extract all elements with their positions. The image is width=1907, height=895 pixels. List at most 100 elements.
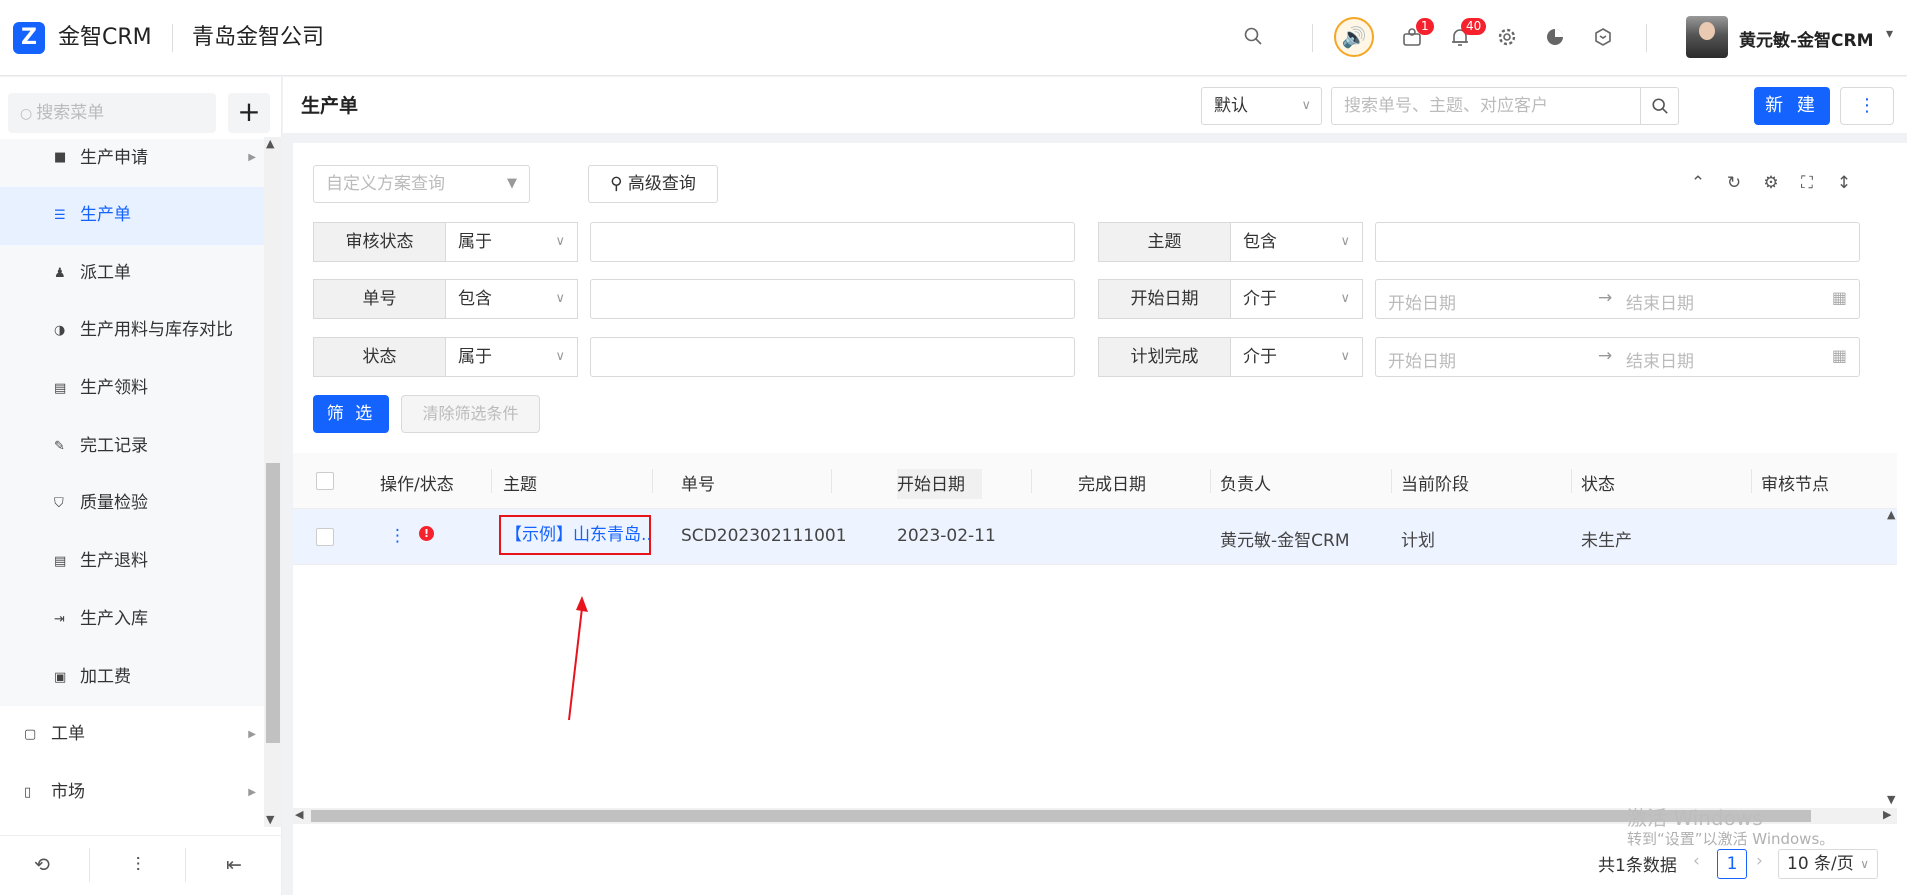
scroll-down-icon[interactable]: ▼ (1887, 793, 1895, 806)
cell-owner: 黄元敏-金智CRM (1220, 531, 1350, 551)
page-title: 生产单 (301, 95, 359, 117)
custom-query-select[interactable]: 自定义方案查询 ▼ (313, 165, 530, 203)
column-header[interactable]: 操作/状态 (380, 470, 454, 495)
row-actions-icon[interactable]: ⋮ (389, 526, 406, 546)
filter-value-input[interactable] (1375, 222, 1860, 262)
filter-value-input[interactable] (590, 279, 1075, 319)
filter-operator-select[interactable]: 包含 ∨ (1231, 222, 1363, 262)
chevron-down-icon: ∨ (1301, 98, 1311, 113)
filter-button[interactable]: 筛 选 (313, 395, 389, 433)
select-all-checkbox[interactable] (316, 472, 334, 490)
row-checkbox[interactable] (316, 528, 334, 546)
refresh-icon[interactable]: ↻ (1723, 173, 1745, 193)
cube-icon[interactable] (1590, 26, 1616, 52)
sidebar-item-material-pick[interactable]: ▤ 生产领料 (0, 360, 264, 418)
menu-search-input[interactable]: ○ 搜索菜单 (8, 93, 216, 133)
column-header[interactable]: 当前阶段 (1401, 470, 1469, 495)
filter-label: 开始日期 (1098, 279, 1231, 319)
filter-row-status: 状态 属于 ∨ (313, 337, 1075, 377)
column-header[interactable]: 主题 (503, 470, 537, 495)
sidebar-item-workorder[interactable]: ▢ 工单 ▶ (0, 706, 264, 764)
chevron-down-icon: ∨ (1340, 349, 1350, 364)
brand-name[interactable]: 金智CRM (58, 22, 152, 54)
scroll-right-icon[interactable]: ▶ (1883, 808, 1891, 821)
column-header[interactable]: 完成日期 (1078, 470, 1146, 495)
sidebar-item-production-request[interactable]: ■ 生产申请 ▶ (0, 139, 264, 187)
filter-value-input[interactable] (590, 337, 1075, 377)
page-size-select[interactable]: 10 条/页 ∨ (1778, 849, 1878, 879)
scroll-up-icon[interactable]: ▲ (1887, 508, 1895, 521)
chevron-right-icon: ▶ (248, 152, 256, 163)
sidebar-item-warehouse-in[interactable]: ⇥ 生产入库 (0, 590, 264, 649)
column-header[interactable]: 负责人 (1220, 470, 1271, 495)
sidebar-item-material-compare[interactable]: ◑ 生产用料与库存对比 (0, 302, 264, 361)
sidebar-scrollbar-thumb[interactable] (266, 463, 280, 743)
advanced-query-button[interactable]: ⚲ 高级查询 (588, 165, 718, 203)
filter-value-input[interactable] (590, 222, 1075, 262)
column-header[interactable]: 状态 (1581, 470, 1615, 495)
calendar-icon: ▦ (1831, 346, 1847, 365)
add-menu-button[interactable]: + (228, 93, 270, 133)
filter-row-start-date: 开始日期 介于 ∨ 开始日期 → 结束日期 ▦ (1098, 279, 1860, 319)
history-icon[interactable]: ⟲ (27, 854, 57, 880)
user-name[interactable]: 黄元敏-金智CRM (1739, 26, 1874, 51)
sliders-icon[interactable]: ⫶ (123, 854, 153, 880)
date-range-picker[interactable]: 开始日期 → 结束日期 ▦ (1375, 337, 1860, 377)
company-name[interactable]: 青岛金智公司 (192, 22, 324, 54)
scroll-up-icon[interactable]: ▲ (266, 137, 274, 150)
inbox-badge: 1 (1416, 18, 1434, 35)
sidebar-item-processing-fee[interactable]: ▣ 加工费 (0, 648, 264, 707)
column-header[interactable]: 开始日期 (897, 470, 965, 495)
view-select[interactable]: 默认 ∨ (1201, 87, 1322, 125)
sidebar-item-production-order[interactable]: ☰ 生产单 (0, 187, 264, 245)
column-header[interactable]: 单号 (681, 470, 715, 495)
filter-row-subject: 主题 包含 ∨ (1098, 222, 1860, 262)
chevron-down-icon: ∨ (1860, 857, 1869, 871)
scroll-down-icon[interactable]: ▼ (266, 813, 274, 826)
date-range-picker[interactable]: 开始日期 → 结束日期 ▦ (1375, 279, 1860, 319)
subject-link[interactable]: 【示例】山东青岛... (499, 515, 651, 555)
collapse-menu-icon[interactable]: ⇤ (219, 854, 249, 880)
chevron-down-icon[interactable]: ▾ (1886, 26, 1893, 42)
app-logo[interactable]: Z (13, 22, 45, 54)
doc-icon: ▤ (54, 381, 67, 397)
sidebar-item-completion[interactable]: ✎ 完工记录 (0, 417, 264, 476)
filter-label: 单号 (313, 279, 446, 319)
search-button[interactable] (1640, 88, 1678, 124)
divider (1312, 24, 1313, 52)
divider (172, 24, 173, 52)
settings-icon[interactable]: ⚙ (1760, 173, 1782, 193)
cell-number: SCD202302111001 (681, 526, 847, 546)
sidebar-item-dispatch[interactable]: ♟ 派工单 (0, 244, 264, 303)
scroll-left-icon[interactable]: ◀ (295, 808, 303, 821)
filter-operator-select[interactable]: 介于 ∨ (1231, 279, 1363, 319)
cell-start-date: 2023-02-11 (897, 526, 996, 546)
filter-operator-select[interactable]: 介于 ∨ (1231, 337, 1363, 377)
search-icon[interactable] (1240, 26, 1266, 52)
filter-operator-select[interactable]: 属于 ∨ (446, 222, 578, 262)
sidebar-item-quality[interactable]: ⛉ 质量检验 (0, 475, 264, 534)
prev-page-icon[interactable]: ‹ (1693, 851, 1700, 871)
pie-chart-icon[interactable] (1542, 26, 1568, 52)
collapse-up-icon[interactable]: ⌃ (1687, 173, 1709, 193)
more-button[interactable]: ⋮ (1840, 87, 1894, 125)
sidebar-item-material-return[interactable]: ▤ 生产退料 (0, 533, 264, 591)
page-number[interactable]: 1 (1717, 849, 1747, 879)
record-search-input[interactable]: 搜索单号、主题、对应客户 (1331, 87, 1679, 125)
avatar[interactable] (1686, 16, 1728, 58)
next-page-icon[interactable]: › (1756, 851, 1763, 871)
cell-stage: 计划 (1401, 531, 1435, 551)
clear-filter-button[interactable]: 清除筛选条件 (401, 395, 540, 433)
filter-operator-select[interactable]: 属于 ∨ (446, 337, 578, 377)
column-header[interactable]: 审核节点 (1761, 470, 1829, 495)
row-height-icon[interactable]: ↕ (1833, 173, 1855, 193)
horizontal-scrollbar-thumb[interactable] (311, 810, 1811, 822)
fullscreen-icon[interactable]: ⛶ (1796, 173, 1818, 193)
table-row[interactable]: ⋮ ! 【示例】山东青岛... SCD202302111001 2023-02-… (293, 509, 1897, 565)
filter-operator-select[interactable]: 包含 ∨ (446, 279, 578, 319)
new-button[interactable]: 新 建 (1754, 87, 1830, 125)
caret-down-icon: ▼ (507, 176, 517, 191)
sidebar-item-market[interactable]: ▯ 市场 ▶ (0, 764, 264, 822)
announcement-icon[interactable]: 🔊 (1334, 17, 1374, 57)
gear-icon[interactable] (1494, 26, 1520, 52)
